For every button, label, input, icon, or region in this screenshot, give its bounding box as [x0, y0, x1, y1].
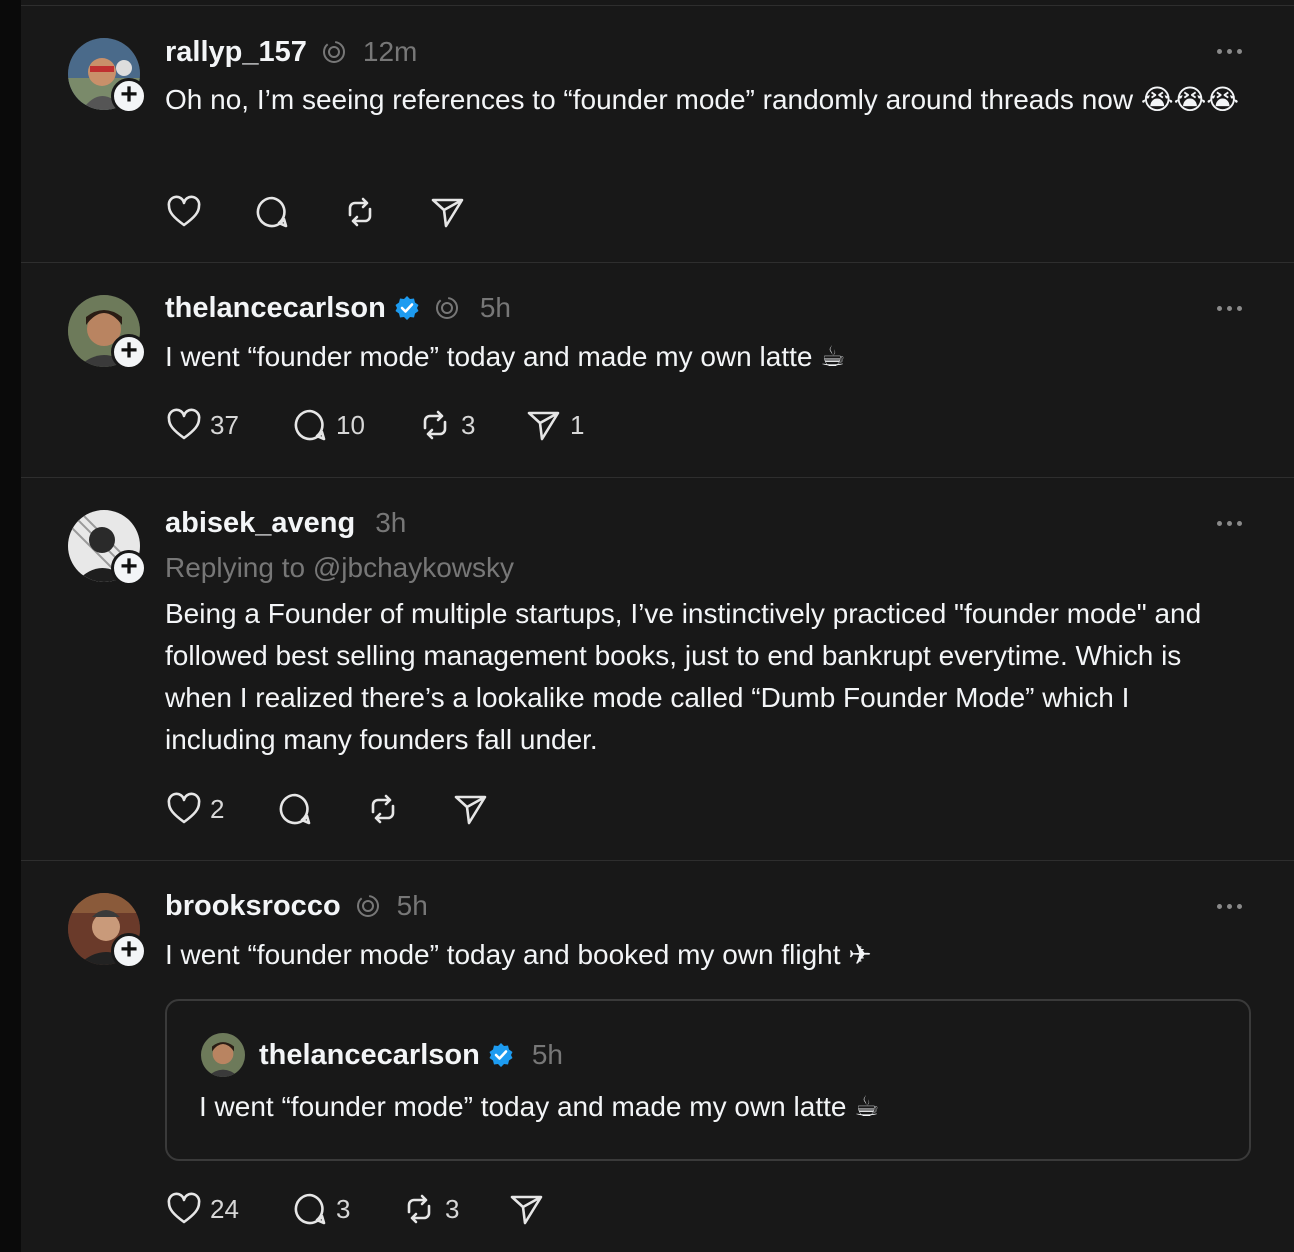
- quoted-header: thelancecarlson 5h: [259, 1038, 563, 1072]
- more-icon[interactable]: [1217, 901, 1247, 913]
- post-actions: [165, 192, 489, 232]
- reply-button[interactable]: 3: [291, 1189, 400, 1229]
- follow-plus-button[interactable]: +: [111, 334, 147, 370]
- reply-count: 10: [336, 409, 365, 440]
- threads-ring-icon: [434, 295, 460, 321]
- share-icon: [454, 795, 487, 825]
- like-button[interactable]: [165, 192, 253, 232]
- comment-icon: [279, 793, 311, 825]
- follow-plus-button[interactable]: +: [111, 550, 147, 586]
- heart-icon: [167, 195, 201, 227]
- username[interactable]: brooksrocco: [165, 890, 341, 923]
- post-actions: 37 10 3 1: [165, 405, 605, 445]
- comment-icon: [294, 409, 326, 441]
- like-button[interactable]: 24: [165, 1189, 291, 1229]
- share-button[interactable]: 1: [525, 405, 605, 445]
- like-count: 2: [210, 793, 225, 824]
- quoted-avatar[interactable]: [201, 1033, 245, 1077]
- heart-icon: [167, 1192, 201, 1224]
- repost-button[interactable]: [341, 192, 429, 232]
- reply-count: 3: [336, 1193, 351, 1224]
- share-button[interactable]: [429, 192, 489, 232]
- post-card: + brooksrocco 5h I went “founder mode” t…: [21, 860, 1294, 1252]
- repost-icon: [371, 794, 395, 824]
- post-header: abisek_aveng 3h: [165, 506, 406, 540]
- verified-icon: [488, 1042, 514, 1068]
- share-button[interactable]: [452, 789, 512, 829]
- repost-button[interactable]: 3: [416, 405, 525, 445]
- comment-icon: [294, 1193, 326, 1225]
- threads-ring-icon: [321, 39, 347, 65]
- heart-icon: [167, 408, 201, 440]
- heart-icon: [167, 792, 201, 824]
- post-time[interactable]: 12m: [363, 36, 417, 68]
- post-text: I went “founder mode” today and made my …: [165, 341, 846, 372]
- username[interactable]: abisek_aveng: [165, 507, 355, 540]
- quoted-username[interactable]: thelancecarlson: [259, 1039, 480, 1072]
- post-actions: 2: [165, 789, 512, 829]
- repost-button[interactable]: 3: [400, 1189, 508, 1229]
- post-header: thelancecarlson 5h: [165, 291, 511, 325]
- more-icon[interactable]: [1217, 46, 1247, 58]
- post-card: + abisek_aveng 3h Replying to @jbchaykow…: [21, 477, 1294, 861]
- post-time[interactable]: 5h: [480, 292, 511, 324]
- repost-count: 3: [445, 1193, 460, 1224]
- more-icon[interactable]: [1217, 303, 1247, 315]
- post-text: Being a Founder of multiple startups, I’…: [165, 598, 1202, 755]
- threads-ring-icon: [355, 893, 381, 919]
- quoted-text: I went “founder mode” today and made my …: [199, 1091, 880, 1122]
- share-icon: [431, 198, 464, 228]
- username[interactable]: rallyp_157: [165, 36, 307, 69]
- reply-button[interactable]: 10: [291, 405, 416, 445]
- repost-icon: [423, 410, 447, 440]
- quoted-time[interactable]: 5h: [532, 1039, 563, 1071]
- replying-to[interactable]: Replying to @jbchaykowsky: [165, 551, 514, 585]
- reply-button[interactable]: [276, 789, 364, 829]
- username[interactable]: thelancecarlson: [165, 292, 386, 325]
- left-rail: [0, 0, 22, 1252]
- verified-icon: [394, 295, 420, 321]
- repost-icon: [407, 1194, 431, 1224]
- post-text: I went “founder mode” today and booked m…: [165, 939, 872, 970]
- comment-icon: [256, 196, 288, 228]
- post-card: + thelancecarlson 5h I went “founder mod…: [21, 262, 1294, 478]
- reply-button[interactable]: [253, 192, 341, 232]
- post-header: brooksrocco 5h: [165, 889, 428, 923]
- more-icon[interactable]: [1217, 518, 1247, 530]
- post-card: + rallyp_157 12m Oh no, I’m seeing refer…: [21, 6, 1294, 263]
- repost-icon: [348, 197, 372, 227]
- share-icon: [510, 1195, 543, 1225]
- repost-count: 3: [461, 409, 476, 440]
- repost-button[interactable]: [364, 789, 452, 829]
- follow-plus-button[interactable]: +: [111, 78, 147, 114]
- share-count: 1: [570, 409, 585, 440]
- like-count: 24: [210, 1193, 239, 1224]
- like-button[interactable]: 2: [165, 789, 276, 829]
- post-actions: 24 3 3: [165, 1189, 568, 1229]
- post-time[interactable]: 3h: [375, 507, 406, 539]
- quoted-post[interactable]: thelancecarlson 5h I went “founder mode”…: [165, 999, 1251, 1161]
- post-text: Oh no, I’m seeing references to “founder…: [165, 84, 1240, 115]
- thread-feed: + rallyp_157 12m Oh no, I’m seeing refer…: [21, 0, 1294, 1252]
- like-count: 37: [210, 409, 239, 440]
- post-header: rallyp_157 12m: [165, 35, 417, 69]
- like-button[interactable]: 37: [165, 405, 291, 445]
- post-time[interactable]: 5h: [397, 890, 428, 922]
- share-icon: [527, 411, 560, 441]
- follow-plus-button[interactable]: +: [111, 933, 147, 969]
- share-button[interactable]: [508, 1189, 568, 1229]
